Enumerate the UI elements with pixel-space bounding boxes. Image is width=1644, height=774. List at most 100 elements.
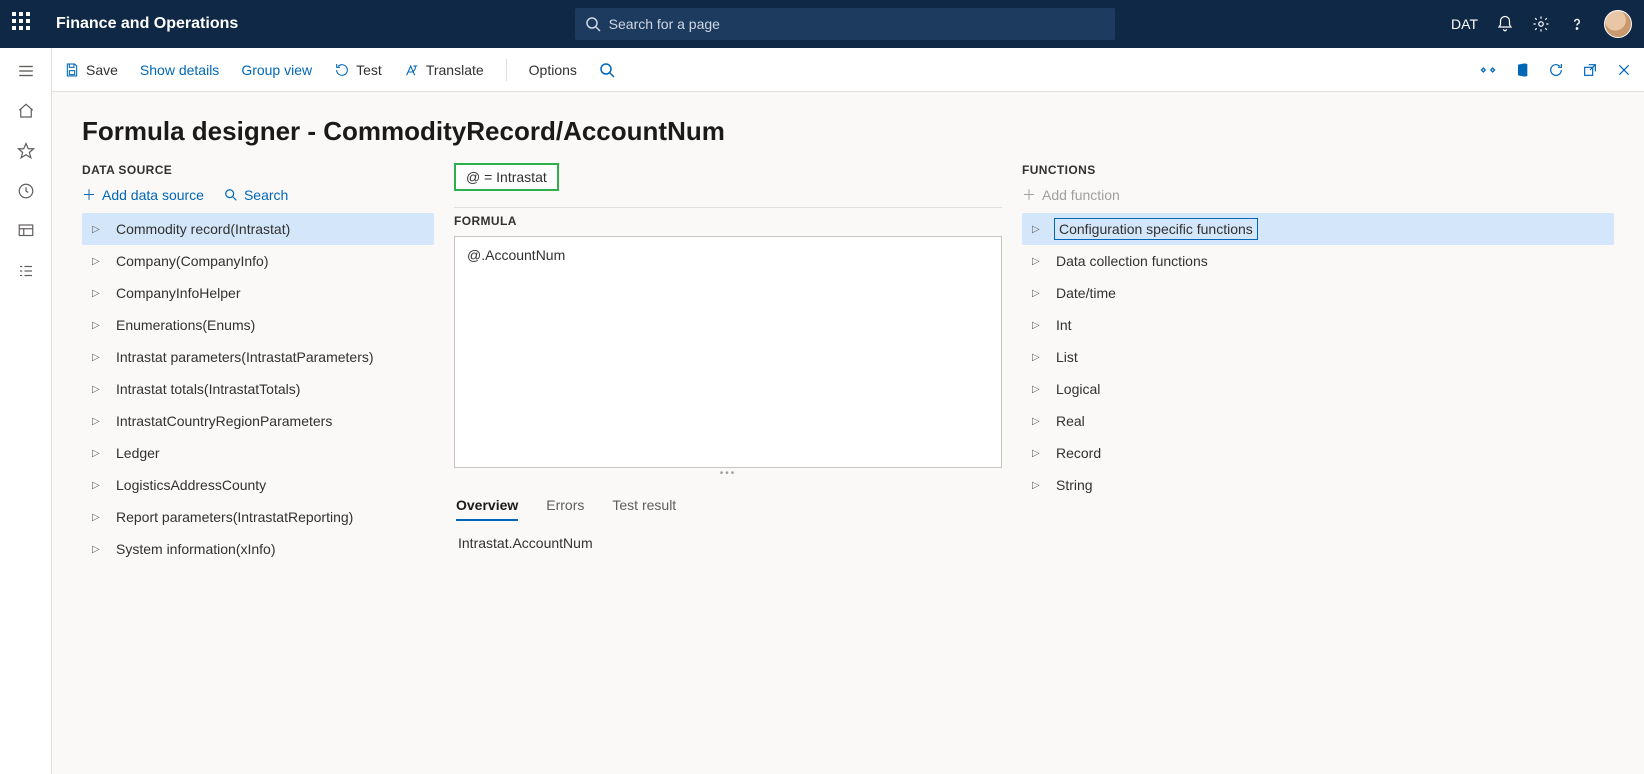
- function-category-item[interactable]: ▷List: [1022, 341, 1614, 373]
- options-button[interactable]: Options: [529, 62, 577, 78]
- data-source-item[interactable]: ▷ Intrastat parameters(IntrastatParameter…: [82, 341, 434, 373]
- test-label: Test: [356, 62, 382, 78]
- chevron-right-icon: ▷: [92, 384, 102, 395]
- data-source-item[interactable]: ▷Ledger: [82, 437, 434, 469]
- tree-item-label: Data collection functions: [1056, 253, 1208, 269]
- page-body: Formula designer - CommodityRecord/Accou…: [52, 92, 1644, 774]
- user-avatar[interactable]: [1604, 10, 1632, 38]
- data-source-item[interactable]: ▷IntrastatCountryRegionParameters: [82, 405, 434, 437]
- add-function-button: ＋ Add function: [1022, 185, 1120, 205]
- tree-item-label: Record: [1056, 445, 1101, 461]
- data-source-tree: ▷Commodity record(Intrastat)▷Company(Com…: [82, 213, 434, 565]
- tree-item-label: Report parameters(IntrastatReporting): [116, 509, 353, 525]
- show-details-button[interactable]: Show details: [140, 62, 219, 78]
- data-source-item[interactable]: ▷ Report parameters(IntrastatReporting): [82, 501, 434, 533]
- data-source-item[interactable]: ▷CompanyInfoHelper: [82, 277, 434, 309]
- help-icon[interactable]: [1568, 15, 1586, 33]
- tab-overview[interactable]: Overview: [456, 497, 518, 521]
- chevron-right-icon: ▷: [1032, 352, 1042, 363]
- function-category-item[interactable]: ▷Data collection functions: [1022, 245, 1614, 277]
- chevron-right-icon: ▷: [1032, 288, 1042, 299]
- connector-icon[interactable]: [1480, 62, 1496, 78]
- gear-icon[interactable]: [1532, 15, 1550, 33]
- data-source-item[interactable]: ▷LogisticsAddressCounty: [82, 469, 434, 501]
- data-source-item[interactable]: ▷Enumerations(Enums): [82, 309, 434, 341]
- functions-tree: ▷Configuration specific functions▷Data c…: [1022, 213, 1614, 501]
- save-button[interactable]: Save: [64, 62, 118, 78]
- formula-panel: @ = Intrastat FORMULA @.AccountNum ••• O…: [454, 163, 1002, 565]
- data-source-item[interactable]: ▷ Company(CompanyInfo): [82, 245, 434, 277]
- chevron-right-icon: ▷: [92, 224, 102, 235]
- chevron-right-icon: ▷: [92, 256, 102, 267]
- functions-heading: FUNCTIONS: [1022, 163, 1614, 177]
- workspace-icon[interactable]: [17, 222, 35, 240]
- home-icon[interactable]: [17, 102, 35, 120]
- group-view-button[interactable]: Group view: [241, 62, 312, 78]
- app-launcher-icon[interactable]: [12, 12, 36, 36]
- function-category-item[interactable]: ▷Logical: [1022, 373, 1614, 405]
- test-icon: [334, 62, 350, 78]
- hamburger-icon[interactable]: [17, 62, 35, 80]
- data-source-item[interactable]: ▷Commodity record(Intrastat): [82, 213, 434, 245]
- chevron-right-icon: ▷: [92, 512, 102, 523]
- tree-item-label: Company(CompanyInfo): [116, 253, 269, 269]
- refresh-icon[interactable]: [1548, 62, 1564, 78]
- plus-icon: ＋: [82, 185, 96, 205]
- function-category-item[interactable]: ▷Real: [1022, 405, 1614, 437]
- bell-icon[interactable]: [1496, 15, 1514, 33]
- tree-item-label: Enumerations(Enums): [116, 317, 255, 333]
- chevron-right-icon: ▷: [92, 480, 102, 491]
- search-icon: [585, 16, 601, 32]
- chevron-right-icon: ▷: [1032, 416, 1042, 427]
- tree-item-label: CompanyInfoHelper: [116, 285, 241, 301]
- chevron-right-icon: ▷: [1032, 224, 1042, 235]
- options-label: Options: [529, 62, 577, 78]
- recent-icon[interactable]: [17, 182, 35, 200]
- plus-icon: ＋: [1022, 185, 1036, 205]
- tree-item-label: Intrastat parameters(IntrastatParameters…: [116, 349, 374, 365]
- office-icon[interactable]: [1514, 62, 1530, 78]
- search-data-source-label: Search: [244, 187, 288, 203]
- chevron-right-icon: ▷: [1032, 384, 1042, 395]
- formula-heading: FORMULA: [454, 214, 1002, 228]
- action-pane: Save Show details Group view Test Transl…: [52, 48, 1644, 92]
- overview-value: Intrastat.AccountNum: [454, 521, 1002, 565]
- star-icon[interactable]: [17, 142, 35, 160]
- global-header: Finance and Operations Search for a page…: [0, 0, 1644, 48]
- close-icon[interactable]: [1616, 62, 1632, 78]
- tree-item-label: String: [1056, 477, 1093, 493]
- function-category-item[interactable]: ▷String: [1022, 469, 1614, 501]
- search-data-source-button[interactable]: Search: [224, 185, 288, 205]
- data-source-heading: DATA SOURCE: [82, 163, 434, 177]
- modules-icon[interactable]: [17, 262, 35, 280]
- function-category-item[interactable]: ▷Date/time: [1022, 277, 1614, 309]
- action-pane-right: [1480, 62, 1632, 78]
- tab-errors[interactable]: Errors: [546, 497, 584, 521]
- function-category-item[interactable]: ▷Int: [1022, 309, 1614, 341]
- add-data-source-label: Add data source: [102, 187, 204, 203]
- add-data-source-button[interactable]: ＋ Add data source: [82, 185, 204, 205]
- global-search[interactable]: Search for a page: [575, 8, 1115, 40]
- formula-expression: @.AccountNum: [467, 247, 565, 263]
- company-picker[interactable]: DAT: [1451, 16, 1478, 32]
- data-source-item[interactable]: ▷System information(xInfo): [82, 533, 434, 565]
- save-label: Save: [86, 62, 118, 78]
- popout-icon[interactable]: [1582, 62, 1598, 78]
- chevron-right-icon: ▷: [1032, 448, 1042, 459]
- resize-handle[interactable]: •••: [454, 468, 1002, 479]
- tab-test-result[interactable]: Test result: [612, 497, 676, 521]
- translate-button[interactable]: Translate: [404, 62, 484, 78]
- chevron-right-icon: ▷: [1032, 320, 1042, 331]
- function-category-item[interactable]: ▷ Configuration specific functions: [1022, 213, 1614, 245]
- data-source-item[interactable]: ▷Intrastat totals(IntrastatTotals): [82, 373, 434, 405]
- action-search-button[interactable]: [599, 62, 615, 78]
- chevron-right-icon: ▷: [92, 416, 102, 427]
- formula-editor[interactable]: @.AccountNum: [454, 236, 1002, 468]
- function-category-item[interactable]: ▷ Record: [1022, 437, 1614, 469]
- search-placeholder: Search for a page: [609, 16, 720, 32]
- test-button[interactable]: Test: [334, 62, 382, 78]
- translate-label: Translate: [426, 62, 484, 78]
- tree-item-label: Configuration specific functions: [1056, 220, 1256, 238]
- chevron-right-icon: ▷: [92, 352, 102, 363]
- translate-icon: [404, 62, 420, 78]
